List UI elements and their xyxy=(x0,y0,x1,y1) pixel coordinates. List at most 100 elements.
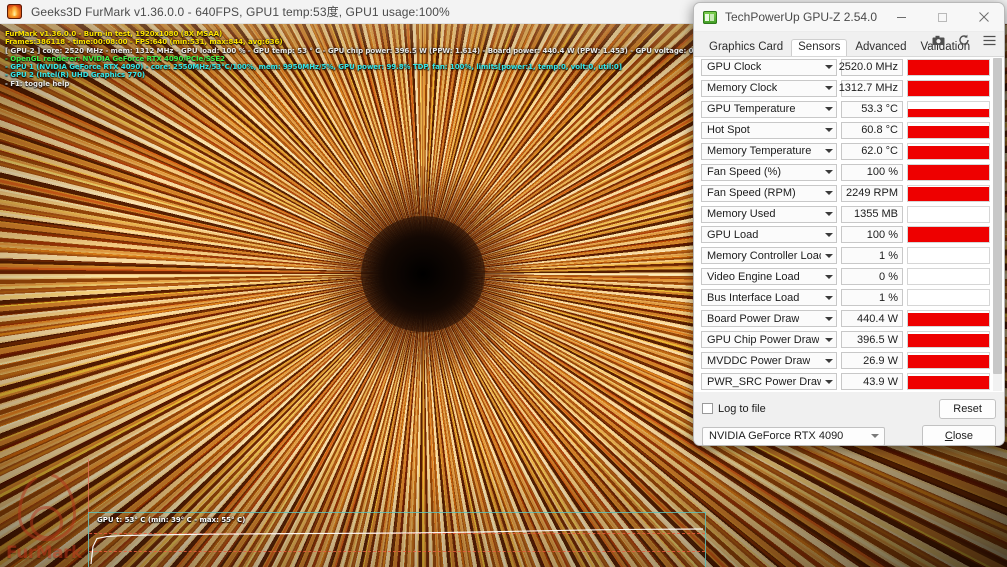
sensor-name-label: Memory Used xyxy=(707,208,775,220)
sensor-row: Video Engine Load0 % xyxy=(694,266,1004,287)
sensor-graph-fill xyxy=(908,334,989,348)
sensor-value-cell: 53.3 °C xyxy=(841,101,903,118)
sensor-name-select[interactable]: GPU Temperature xyxy=(701,101,837,118)
log-to-file-checkbox[interactable] xyxy=(702,403,713,414)
sensor-name-select[interactable]: MVDDC Power Draw xyxy=(701,352,837,369)
sensor-value-cell: 1 % xyxy=(841,289,903,306)
sensor-name-label: MVDDC Power Draw xyxy=(707,355,810,367)
chevron-down-icon xyxy=(825,296,833,300)
sensor-value-cell: 440.4 W xyxy=(841,310,903,327)
device-select[interactable]: NVIDIA GeForce RTX 4090 xyxy=(702,427,885,446)
sensor-value-cell: 1312.7 MHz xyxy=(841,80,903,97)
close-button-label-rest: lose xyxy=(953,430,973,442)
sensor-value-cell: 1355 MB xyxy=(841,206,903,223)
sensor-graph-fill xyxy=(908,81,989,96)
sensor-graph xyxy=(907,289,990,306)
sensor-graph-fill xyxy=(908,313,989,327)
gpuz-toolbar-icons xyxy=(932,34,996,46)
sensor-value: 2520.0 MHz xyxy=(839,61,898,73)
chevron-down-icon xyxy=(825,170,833,174)
screen: Geeks3D FurMark v1.36.0.0 - 640FPS, GPU1… xyxy=(0,0,1007,567)
sensor-row: Memory Used 1355 MB xyxy=(694,204,1004,225)
tab-advanced[interactable]: Advanced xyxy=(849,39,912,56)
sensor-value: 62.0 °C xyxy=(861,145,898,157)
sensor-row: Fan Speed (RPM) 2249 RPM xyxy=(694,183,1004,204)
sensor-name-select[interactable]: Board Power Draw xyxy=(701,310,837,327)
sensor-row: Memory Controller Load1 % xyxy=(694,245,1004,266)
sensor-name-select[interactable]: Memory Temperature xyxy=(701,143,837,160)
sensor-row: GPU Temperature53.3 °C xyxy=(694,99,1004,120)
refresh-icon[interactable] xyxy=(958,34,970,46)
camera-icon[interactable] xyxy=(932,35,945,46)
temperature-graph: GPU t: 53° C (min: 39° C - max: 55° C) xyxy=(88,512,706,567)
log-to-file-control[interactable]: Log to file xyxy=(702,403,766,415)
sensor-value-cell: 62.0 °C xyxy=(841,143,903,160)
sensor-name-select[interactable]: Fan Speed (RPM) xyxy=(701,185,837,202)
sensor-name-select[interactable]: GPU Clock xyxy=(701,59,837,76)
sensor-graph xyxy=(907,373,990,390)
ring-icon xyxy=(30,506,63,539)
chevron-down-icon xyxy=(825,65,833,69)
sensor-row: GPU Load 100 % xyxy=(694,225,1004,246)
sensor-value-cell: 43.9 W xyxy=(841,373,903,390)
sensors-scrollbar-thumb[interactable] xyxy=(993,58,1002,374)
sensor-name-label: Memory Temperature xyxy=(707,145,811,157)
sensor-name-select[interactable]: Video Engine Load xyxy=(701,268,837,285)
chevron-down-icon xyxy=(871,434,879,438)
sensor-graph xyxy=(907,247,990,264)
gpuz-window-title: TechPowerUp GPU-Z 2.54.0 xyxy=(725,10,877,24)
close-icon[interactable] xyxy=(963,3,1004,31)
close-button[interactable]: Close xyxy=(922,425,996,446)
sensor-graph-fill xyxy=(908,60,989,75)
sensor-row: Bus Interface Load 1 % xyxy=(694,287,1004,308)
gpuz-footer: Log to file Reset NVIDIA GeForce RTX 409… xyxy=(694,392,1004,446)
tab-sensors[interactable]: Sensors xyxy=(791,39,847,57)
tab-graphics-card[interactable]: Graphics Card xyxy=(703,39,789,56)
sensor-graph xyxy=(907,310,990,327)
sensor-row: Board Power Draw 440.4 W xyxy=(694,308,1004,329)
sensor-value: 100 % xyxy=(867,229,898,241)
chevron-down-icon xyxy=(825,380,833,384)
sensor-graph-fill xyxy=(908,355,989,368)
sensor-graph xyxy=(907,185,990,202)
sensor-name-label: Bus Interface Load xyxy=(707,292,799,304)
sensor-name-select[interactable]: Fan Speed (%) xyxy=(701,164,837,181)
sensor-name-select[interactable]: Memory Used xyxy=(701,206,837,223)
sensor-name-label: Hot Spot xyxy=(707,124,750,136)
sensor-name-label: Board Power Draw xyxy=(707,313,799,325)
device-select-value: NVIDIA GeForce RTX 4090 xyxy=(709,430,843,442)
sensor-graph-fill xyxy=(908,376,989,389)
sensor-graph-fill xyxy=(908,165,989,180)
maximize-icon[interactable] xyxy=(922,3,963,31)
furmark-app-icon xyxy=(7,4,22,19)
menu-icon[interactable] xyxy=(983,35,996,46)
chevron-down-icon xyxy=(825,359,833,363)
gpuz-app-icon xyxy=(703,11,717,24)
sensor-row: Memory Temperature 62.0 °C xyxy=(694,141,1004,162)
reset-button[interactable]: Reset xyxy=(939,399,996,419)
sensor-name-select[interactable]: GPU Load xyxy=(701,226,837,243)
sensor-name-select[interactable]: GPU Chip Power Draw xyxy=(701,331,837,348)
chevron-down-icon xyxy=(825,338,833,342)
sensor-graph xyxy=(907,164,990,181)
gpuz-footer-row-2: NVIDIA GeForce RTX 4090 Close xyxy=(702,425,996,446)
gpuz-titlebar: TechPowerUp GPU-Z 2.54.0 xyxy=(694,3,1004,32)
chevron-down-icon xyxy=(825,149,833,153)
sensor-name-select[interactable]: Bus Interface Load xyxy=(701,289,837,306)
sensor-value-cell: 100 % xyxy=(841,164,903,181)
gpuz-window-buttons xyxy=(881,3,1004,31)
sensor-name-select[interactable]: PWR_SRC Power Draw xyxy=(701,373,837,390)
sensor-row: PWR_SRC Power Draw 43.9 W xyxy=(694,371,1004,392)
chevron-down-icon xyxy=(825,317,833,321)
minimize-icon[interactable] xyxy=(881,3,922,31)
sensor-value: 43.9 W xyxy=(863,376,898,388)
sensor-value-cell: 2249 RPM xyxy=(841,185,903,202)
furmark-hud: FurMark v1.36.0.0 - Burn-in test, 1920x1… xyxy=(5,30,718,88)
sensor-name-select[interactable]: Hot Spot xyxy=(701,122,837,139)
gpuz-window: TechPowerUp GPU-Z 2.54.0 Graphics Card S… xyxy=(693,2,1005,446)
sensor-name-select[interactable]: Memory Clock xyxy=(701,80,837,97)
chevron-down-icon xyxy=(825,275,833,279)
sensors-scrollbar[interactable] xyxy=(993,58,1002,391)
sensor-name-select[interactable]: Memory Controller Load xyxy=(701,247,837,264)
sensor-value: 2249 RPM xyxy=(846,187,898,199)
